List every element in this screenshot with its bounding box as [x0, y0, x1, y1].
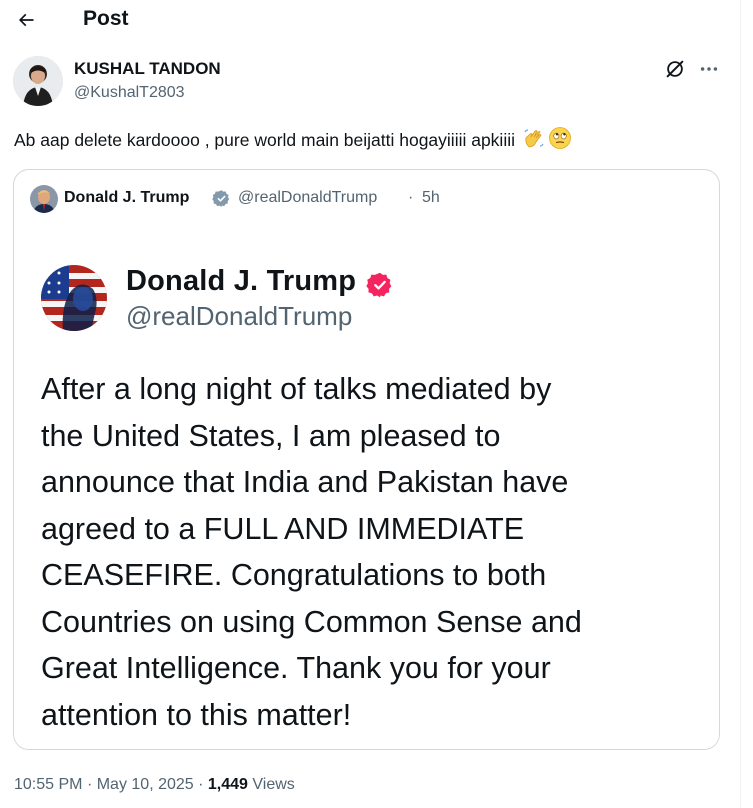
quoted-author-handle[interactable]: @realDonaldTrump [238, 189, 377, 207]
arrow-left-icon [18, 13, 34, 27]
views-count: 1,449 [207, 776, 248, 793]
separator-dot: · [408, 189, 414, 206]
image-body-line: Countries on using Common Sense and [41, 604, 582, 639]
verified-badge-icon [212, 190, 230, 207]
waving-hand-emoji [522, 126, 546, 155]
verified-badge-icon [366, 272, 392, 298]
post-date[interactable]: May 10, 2025 [97, 776, 194, 793]
image-author-name: Donald J. Trump [126, 265, 357, 297]
more-options-icon[interactable] [696, 56, 722, 82]
quoted-post-image[interactable]: Donald J. Trump @realDonaldTrump After a… [14, 228, 719, 749]
grok-icon[interactable] [662, 56, 688, 82]
separator-dot: · [198, 776, 204, 793]
post-metadata: 10:55 PM · May 10, 2025 · 1,449 Views [14, 776, 295, 794]
page-title: Post [83, 7, 129, 30]
back-button[interactable] [8, 2, 44, 38]
image-body-line: Great Intelligence. Thank you for your [41, 651, 551, 685]
quoted-author-name[interactable]: Donald J. Trump [64, 189, 189, 207]
quoted-post-card[interactable]: Donald J. Trump @realDonaldTrump · 5h Do… [13, 169, 720, 750]
image-body-line: the United States, I am pleased to [41, 418, 501, 453]
column-divider [740, 0, 741, 808]
post-text: Ab aap delete kardoooo , pure world main… [14, 126, 572, 155]
image-body-line: announce that India and Pakistan have [41, 465, 569, 499]
quoted-post-time[interactable]: 5h [422, 189, 440, 207]
post-time[interactable]: 10:55 PM [14, 776, 82, 793]
image-post-body: After a long night of talks mediated by … [41, 366, 701, 738]
separator-dot: · [86, 776, 93, 793]
image-body-line: CEASEFIRE. Congratulations to both [41, 558, 547, 592]
views-label: Views [252, 776, 295, 793]
author-avatar[interactable] [13, 56, 63, 106]
image-avatar [41, 265, 107, 331]
image-author-handle: @realDonaldTrump [126, 301, 353, 331]
image-body-line: agreed to a FULL AND IMMEDIATE [41, 511, 525, 546]
top-header: Post [0, 0, 740, 40]
author-name[interactable]: KUSHAL TANDON [74, 59, 221, 79]
image-body-line: attention to this matter! [41, 697, 352, 732]
image-body-line: After a long night of talks mediated by [41, 372, 552, 406]
post-text-content: Ab aap delete kardoooo , pure world main… [14, 130, 515, 150]
eye-roll-emoji [548, 126, 572, 155]
author-handle[interactable]: @KushalT2803 [74, 84, 185, 102]
quoted-author-avatar[interactable] [30, 185, 58, 213]
